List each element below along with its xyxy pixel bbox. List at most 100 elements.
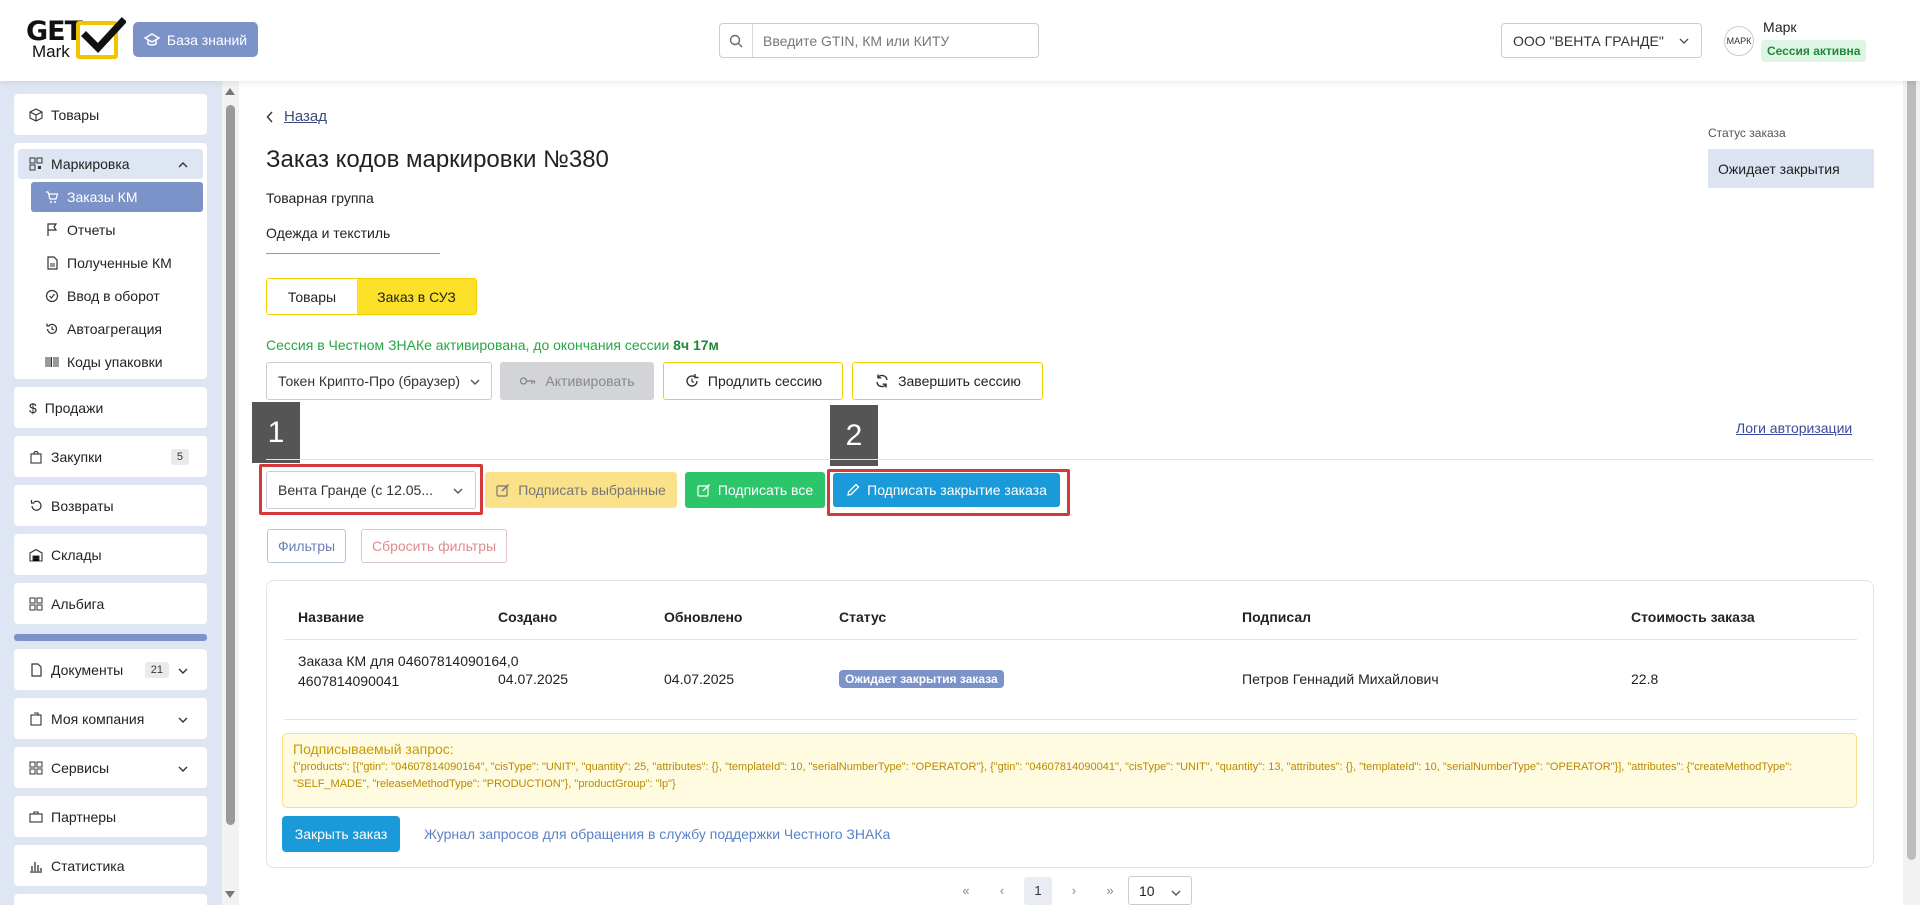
header: GET Mark База знаний ООО "ВЕНТА ГРАНДЕ" …: [0, 0, 1920, 81]
column-header-signed-by[interactable]: Подписал: [1242, 609, 1311, 625]
pagination: « ‹ 1 › »: [948, 876, 1128, 905]
logo-check-icon: [81, 17, 126, 54]
pagination-current-page[interactable]: 1: [1024, 876, 1052, 905]
column-header-status[interactable]: Статус: [839, 609, 886, 625]
activate-button-label: Активировать: [545, 373, 635, 389]
chevron-down-icon: [1171, 890, 1181, 896]
sidebar-item-reports[interactable]: Отчеты: [31, 215, 203, 245]
file-icon: [47, 256, 58, 270]
sidebar-scroll-indicator: [14, 634, 207, 641]
knowledge-base-label: База знаний: [166, 31, 248, 48]
sidebar-item-circulation[interactable]: Ввод в оборот: [31, 281, 203, 311]
chevron-left-icon: [266, 111, 273, 122]
table-header: Название Создано Обновлено Статус Подпис…: [284, 581, 1857, 640]
reset-filters-button[interactable]: Сбросить фильтры: [361, 529, 507, 563]
cell-name: Заказа КМ для 04607814090164,04607814090…: [298, 653, 519, 689]
sidebar-item-partners[interactable]: Партнеры: [14, 796, 207, 837]
sidebar-item-my-company[interactable]: Моя компания: [14, 698, 207, 739]
sidebar-item-statistics[interactable]: Статистика: [14, 845, 207, 886]
flag-icon: [47, 223, 58, 236]
sidebar: Товары Маркировка Заказы КМ Отчеты Получ…: [0, 81, 222, 905]
qr-code-icon: [29, 157, 43, 171]
organization-select[interactable]: ООО "ВЕНТА ГРАНДЕ": [1501, 23, 1702, 58]
scrollbar-thumb[interactable]: [226, 105, 235, 825]
sidebar-item-goods[interactable]: Товары: [14, 94, 207, 135]
filters-button[interactable]: Фильтры: [267, 529, 346, 563]
request-journal-link[interactable]: Журнал запросов для обращения в службу п…: [424, 826, 890, 842]
refresh-icon: [686, 374, 699, 387]
user-name: Марк: [1763, 19, 1797, 35]
cell-cost: 22.8: [1631, 671, 1659, 687]
pagination-first[interactable]: «: [948, 883, 984, 898]
page-scrollbar-thumb[interactable]: [1907, 26, 1916, 860]
column-header-name[interactable]: Название: [298, 609, 364, 625]
tab-suz-order[interactable]: Заказ в СУЗ: [357, 279, 476, 314]
sidebar-item-label: Продажи: [44, 399, 104, 416]
key-icon: [520, 377, 536, 385]
sidebar-item-label: Заказы КМ: [67, 189, 138, 205]
signed-request-title: Подписываемый запрос:: [293, 741, 454, 757]
sidebar-scrollbar[interactable]: [222, 81, 239, 905]
sidebar-item-autoaggregation[interactable]: Автоагрегация: [31, 314, 203, 344]
pencil-icon: [847, 483, 860, 496]
sidebar-item-returns[interactable]: Возвраты: [14, 485, 207, 526]
warehouse-icon: [29, 548, 43, 562]
sidebar-item-services[interactable]: Сервисы: [14, 747, 207, 788]
pagination-last[interactable]: »: [1092, 883, 1128, 898]
order-card: Название Создано Обновлено Статус Подпис…: [266, 580, 1874, 868]
sidebar-item-more[interactable]: [14, 894, 207, 905]
sidebar-item-label: Маркировка: [51, 156, 130, 172]
sidebar-item-label: Коды упаковки: [67, 354, 163, 370]
search-input[interactable]: [753, 32, 1033, 49]
token-select-value: Токен Крипто-Про (браузер): [278, 373, 461, 389]
sidebar-item-label: Статистика: [51, 857, 125, 874]
sidebar-item-purchases[interactable]: Закупки 5: [14, 436, 207, 477]
pagination-next[interactable]: ›: [1056, 883, 1092, 898]
sidebar-item-label: Моя компания: [51, 710, 145, 727]
product-group-value: Одежда и текстиль: [266, 214, 440, 254]
status-badge: Ожидает закрытия заказа: [839, 670, 1004, 688]
chevron-down-icon: [178, 766, 188, 772]
column-header-updated[interactable]: Обновлено: [664, 609, 742, 625]
tab-goods[interactable]: Товары: [267, 279, 357, 314]
column-header-created[interactable]: Создано: [498, 609, 557, 625]
dollar-icon: $: [29, 399, 37, 416]
token-select[interactable]: Токен Крипто-Про (браузер): [266, 362, 492, 400]
auth-logs-link[interactable]: Логи авторизации: [1736, 420, 1852, 436]
scroll-up-arrow[interactable]: [225, 88, 235, 95]
table-row[interactable]: Заказа КМ для 04607814090164,04607814090…: [284, 640, 1857, 720]
sign-close-order-button[interactable]: Подписать закрытие заказа: [833, 473, 1060, 507]
session-status-badge: Сессия активна: [1761, 40, 1867, 62]
sidebar-item-label: Партнеры: [51, 808, 117, 825]
sidebar-item-received-km[interactable]: Полученные КМ: [31, 248, 203, 278]
extend-session-button[interactable]: Продлить сессию: [663, 362, 843, 400]
sidebar-item-label: Товары: [51, 106, 100, 123]
column-header-cost[interactable]: Стоимость заказа: [1631, 609, 1755, 625]
knowledge-base-button[interactable]: База знаний: [133, 22, 258, 57]
cart-icon: [46, 191, 59, 203]
sidebar-item-warehouses[interactable]: Склады: [14, 534, 207, 575]
page-size-select[interactable]: 10: [1128, 876, 1192, 905]
close-order-button[interactable]: Закрыть заказ: [282, 816, 400, 852]
getmark-logo[interactable]: GET Mark: [26, 16, 126, 62]
sidebar-item-marking[interactable]: Маркировка: [18, 149, 203, 179]
end-session-button[interactable]: Завершить сессию: [852, 362, 1043, 400]
logo-get-text: GET: [26, 16, 83, 47]
sidebar-item-package-codes[interactable]: Коды упаковки: [31, 347, 203, 377]
sidebar-item-albiga[interactable]: Альбига: [14, 583, 207, 624]
back-link[interactable]: Назад: [266, 108, 327, 125]
search-box[interactable]: [719, 23, 1039, 58]
annotation-highlight-1: [259, 464, 483, 515]
sidebar-item-documents[interactable]: Документы 21: [14, 649, 207, 690]
sign-all-button[interactable]: Подписать все: [685, 472, 825, 508]
scroll-down-arrow[interactable]: [225, 891, 235, 898]
sidebar-item-orders-km[interactable]: Заказы КМ: [31, 182, 203, 212]
chevron-up-icon: [178, 162, 188, 168]
sidebar-item-sales[interactable]: $ Продажи: [14, 387, 207, 428]
sign-selected-button[interactable]: Подписать выбранные: [485, 472, 677, 508]
page-scrollbar[interactable]: [1903, 0, 1920, 905]
cell-status: Ожидает закрытия заказа: [839, 670, 1004, 688]
activate-button[interactable]: Активировать: [500, 362, 654, 400]
pagination-prev[interactable]: ‹: [984, 883, 1020, 898]
avatar[interactable]: МАРК: [1724, 26, 1754, 56]
